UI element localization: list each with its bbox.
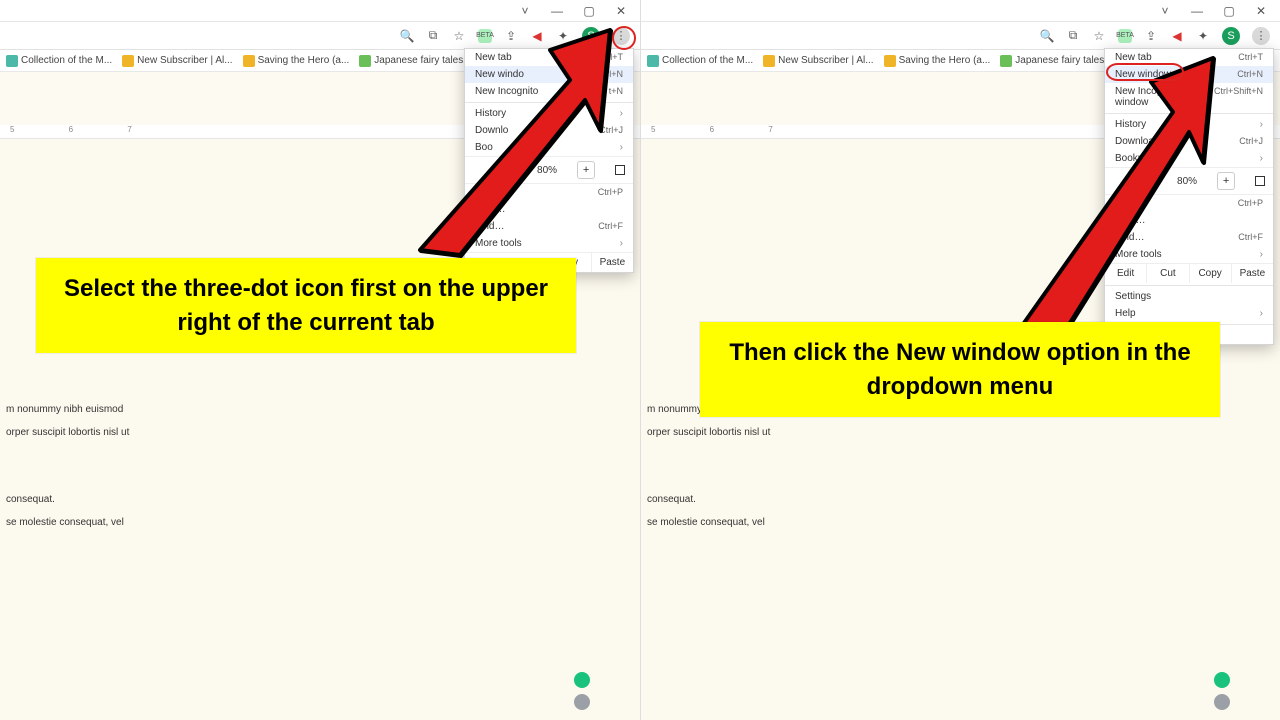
highlight-circle [612, 26, 636, 50]
floating-badges [1214, 672, 1230, 710]
doc-text: orper suscipit lobortis nisl ut [6, 423, 630, 442]
maximize-button[interactable]: ▢ [582, 4, 596, 18]
three-dot-menu-button[interactable]: ⋮ [1252, 27, 1270, 45]
bookmark-label: Saving the Hero (a... [899, 55, 991, 66]
window-titlebar: ˅ — ▢ ✕ [640, 0, 1280, 22]
bookmark-item[interactable]: Collection of the M... [647, 55, 753, 67]
maximize-button[interactable]: ▢ [1222, 4, 1236, 18]
doc-text: se molestie consequat, vel [647, 513, 1270, 532]
floating-badges [574, 672, 590, 710]
browser-toolbar: 🔍 ⧉ ☆ BETA ⇪ ◀ ✦ S ⋮ [641, 22, 1280, 50]
doc-text: consequat. [647, 490, 1270, 509]
zoom-icon[interactable]: 🔍 [1040, 29, 1054, 43]
red-arrow-icon [1001, 50, 1221, 340]
menu-paste[interactable]: Paste [1232, 264, 1273, 283]
bookmark-icon [647, 55, 659, 67]
callout-right: Then click the New window option in the … [700, 322, 1220, 417]
fullscreen-icon[interactable] [1255, 176, 1265, 186]
left-panel: ˅ — ▢ ✕ 🔍 ⧉ ☆ BETA ⇪ ◀ ✦ S ⋮ Collection … [0, 0, 640, 720]
grammarly-icon[interactable] [574, 672, 590, 688]
callout-left: Select the three-dot icon first on the u… [36, 258, 576, 353]
bookmark-item[interactable]: Saving the Hero (a... [243, 55, 350, 67]
chevron-down-icon[interactable]: ˅ [518, 4, 532, 18]
explore-icon[interactable] [1214, 694, 1230, 710]
bookmark-label: New Subscriber | Al... [137, 55, 232, 66]
bookmark-icon [763, 55, 775, 67]
bookmark-icon [359, 55, 371, 67]
bookmark-item[interactable]: New Subscriber | Al... [122, 55, 232, 67]
chevron-down-icon[interactable]: ˅ [1158, 4, 1172, 18]
close-button[interactable]: ✕ [614, 4, 628, 18]
bookmark-item[interactable]: Saving the Hero (a... [884, 55, 991, 67]
beta-badge: BETA [1118, 29, 1132, 43]
window-titlebar: ˅ — ▢ ✕ [0, 0, 640, 22]
grammarly-icon[interactable] [1214, 672, 1230, 688]
star-icon[interactable]: ☆ [1092, 29, 1106, 43]
bookmark-label: Collection of the M... [21, 55, 112, 66]
explore-icon[interactable] [574, 694, 590, 710]
extensions-icon[interactable]: ✦ [1196, 29, 1210, 43]
doc-text: m nonummy nibh euismod [6, 400, 630, 419]
bookmark-icon [122, 55, 134, 67]
profile-avatar[interactable]: S [1222, 27, 1240, 45]
share-icon[interactable]: ⇪ [1144, 29, 1158, 43]
minimize-button[interactable]: — [1190, 4, 1204, 18]
doc-text: consequat. [6, 490, 630, 509]
bookmark-item[interactable]: Collection of the M... [6, 55, 112, 67]
bookmark-item[interactable]: New Subscriber | Al... [763, 55, 873, 67]
doc-text: se molestie consequat, vel [6, 513, 630, 532]
close-button[interactable]: ✕ [1254, 4, 1268, 18]
highlight-circle [1106, 63, 1184, 81]
bookmark-icon [884, 55, 896, 67]
red-arrow-icon [400, 20, 620, 260]
horn-icon[interactable]: ◀ [1170, 29, 1184, 43]
bookmark-icon [243, 55, 255, 67]
bookmark-label: Saving the Hero (a... [258, 55, 350, 66]
tab-icon[interactable]: ⧉ [1066, 29, 1080, 43]
bookmark-label: New Subscriber | Al... [778, 55, 873, 66]
doc-text: orper suscipit lobortis nisl ut [647, 423, 1270, 442]
bookmark-icon [6, 55, 18, 67]
bookmark-label: Collection of the M... [662, 55, 753, 66]
minimize-button[interactable]: — [550, 4, 564, 18]
